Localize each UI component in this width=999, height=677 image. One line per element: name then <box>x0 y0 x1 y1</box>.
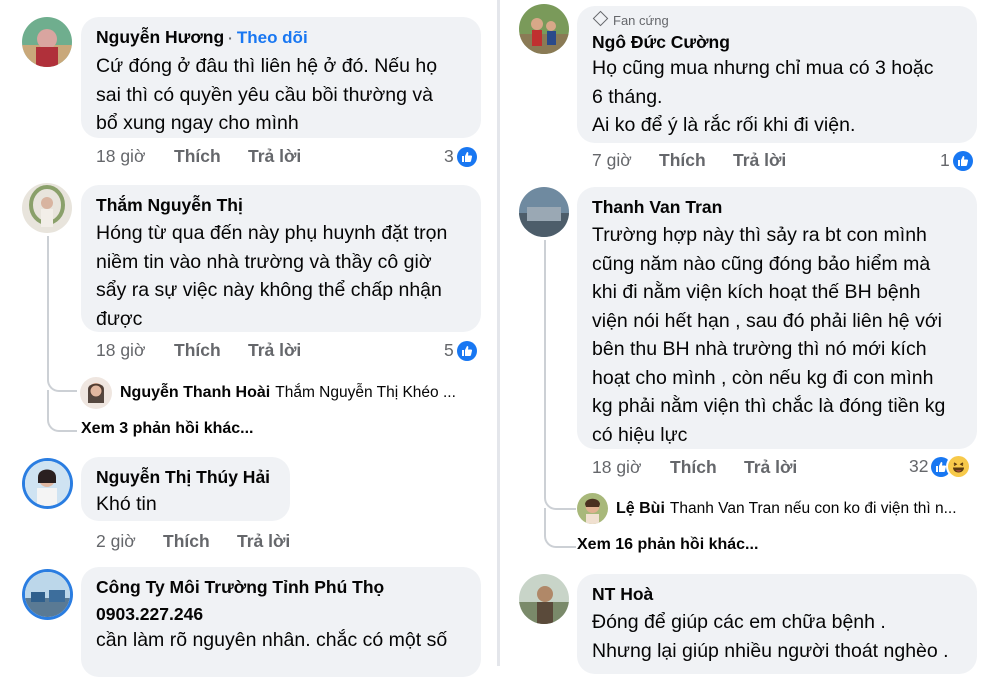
reaction-number: 1 <box>940 150 950 170</box>
thread-connector <box>47 360 77 392</box>
reply-button[interactable]: Trả lời <box>248 146 301 167</box>
comment-time[interactable]: 2 giờ <box>96 531 163 552</box>
avatar[interactable] <box>577 493 608 524</box>
commenter-name[interactable]: Ngô Đức Cường <box>592 30 963 54</box>
comment-text: sai thì có quyền yêu cầu bồi thường và <box>96 83 433 106</box>
comment-actions: 18 giờ Thích Trả lời <box>96 146 301 167</box>
reaction-number: 5 <box>444 340 454 360</box>
right-comment-column: Fan cứng Ngô Đức Cường Họ cũng mua nhưng… <box>500 0 999 674</box>
comment-text: có hiệu lực <box>592 423 688 446</box>
comment-text: Đóng để giúp các em chữa bệnh . <box>592 611 886 633</box>
avatar[interactable] <box>25 461 70 506</box>
diamond-icon <box>592 10 609 27</box>
comment-bubble: Thắm Nguyễn Thị Hóng từ qua đến này phụ … <box>81 185 481 332</box>
comment-text: niềm tin vào nhà trường và thầy cô giờ <box>96 250 432 273</box>
comment-text: được <box>96 307 143 330</box>
separator-dot: · <box>228 30 233 46</box>
reply-preview[interactable]: Lệ Bùi Thanh Van Tran nếu con ko đi viện… <box>577 493 957 524</box>
comment-time[interactable]: 18 giờ <box>96 340 174 361</box>
commenter-name[interactable]: Công Ty Môi Trường Tỉnh Phú Thọ <box>96 575 467 599</box>
comment-text: bên thu BH nhà trường thì nó mới kích <box>592 338 927 360</box>
avatar[interactable] <box>22 183 72 233</box>
comment-bubble: Công Ty Môi Trường Tỉnh Phú Thọ 0903.227… <box>81 567 481 677</box>
reaction-count[interactable]: 3 <box>444 146 477 167</box>
like-reaction-icon <box>456 146 477 167</box>
like-reaction-icon <box>952 150 973 171</box>
reply-button[interactable]: Trả lời <box>744 457 797 478</box>
comment-time[interactable]: 18 giờ <box>592 457 670 478</box>
comment-text: cũng năm nào cũng đóng bảo hiểm mà <box>592 252 931 275</box>
comment-actions: 18 giờ Thích Trả lời <box>96 340 301 361</box>
like-button[interactable]: Thích <box>163 531 237 552</box>
avatar[interactable] <box>25 572 70 617</box>
thread-connector <box>47 390 77 432</box>
commenter-name[interactable]: Thanh Van Tran <box>592 195 963 219</box>
commenter-name[interactable]: Nguyễn Thị Thúy Hải <box>96 465 276 489</box>
thread-connector <box>544 508 576 548</box>
thread-line <box>47 236 49 376</box>
like-button[interactable]: Thích <box>174 340 248 361</box>
comment-text: Trường hợp này thì sảy ra bt con mình <box>592 224 927 246</box>
thread-line <box>544 240 546 490</box>
phone-number: 0903.227.246 <box>96 604 204 624</box>
comment-text: Cứ đóng ở đâu thì liên hệ ở đó. Nếu họ <box>96 55 438 77</box>
like-button[interactable]: Thích <box>670 457 744 478</box>
like-button[interactable]: Thích <box>659 150 733 171</box>
commenter-name[interactable]: Thắm Nguyễn Thị <box>96 193 467 217</box>
reaction-count[interactable]: 1 <box>940 150 973 171</box>
commenter-name[interactable]: NT Hoà <box>592 582 963 606</box>
reply-button[interactable]: Trả lời <box>248 340 301 361</box>
comment-actions: 7 giờ Thích Trả lời <box>592 150 786 171</box>
comment-bubble: Fan cứng Ngô Đức Cường Họ cũng mua nhưng… <box>577 6 977 143</box>
like-button[interactable]: Thích <box>174 146 248 167</box>
reply-button[interactable]: Trả lời <box>733 150 786 171</box>
comment-text: khi đi nằm viện kích hoạt thế BH bệnh <box>592 281 921 303</box>
comment-text: Ai ko để ý là rắc rối khi đi viện. <box>592 114 856 136</box>
haha-reaction-icon <box>948 456 970 477</box>
reply-text: Thanh Van Tran nếu con ko đi viện thì n.… <box>669 499 957 517</box>
avatar[interactable] <box>519 4 569 54</box>
comment-text: viện nói hết hạn , sau đó phải liên hệ v… <box>592 309 942 332</box>
comment-bubble: Thanh Van Tran Trường hợp này thì sảy ra… <box>577 187 977 449</box>
comment-text: Họ cũng mua nhưng chỉ mua có 3 hoặc <box>592 57 934 79</box>
comment-text: Nhưng lại giúp nhiều người thoát nghèo . <box>592 639 949 662</box>
follow-button[interactable]: Theo dõi <box>237 28 308 47</box>
left-comment-column: Nguyễn Hương · Theo dõi Cứ đóng ở đâu thì … <box>0 0 497 677</box>
comment-text: cần làm rõ nguyên nhân. chắc có một số <box>96 629 448 651</box>
like-reaction-icon <box>456 340 477 361</box>
reply-button[interactable]: Trả lời <box>237 531 290 552</box>
reaction-count[interactable]: 5 <box>444 340 477 361</box>
comment-time[interactable]: 7 giờ <box>592 150 659 171</box>
avatar[interactable] <box>80 377 112 409</box>
reply-author[interactable]: Lệ Bùi <box>616 500 665 518</box>
commenter-name[interactable]: Nguyễn Hương <box>96 27 224 47</box>
comment-text: Hóng từ qua đến này phụ huynh đặt trọn <box>96 222 448 244</box>
comment-text: bổ xung ngay cho mình <box>96 112 299 134</box>
avatar[interactable] <box>519 574 569 624</box>
comment-text: sẩy ra sự việc này không thể chấp nhận <box>96 279 442 301</box>
avatar[interactable] <box>22 17 72 67</box>
reply-text: Thắm Nguyễn Thị Khéo ... <box>275 384 456 401</box>
reply-preview[interactable]: Nguyễn Thanh Hoài Thắm Nguyễn Thị Khéo .… <box>80 377 456 409</box>
comment-text: 6 tháng. <box>592 85 663 108</box>
reply-author[interactable]: Nguyễn Thanh Hoài <box>120 384 270 402</box>
top-fan-badge: Fan cứng <box>613 13 669 28</box>
thread-connector <box>544 480 576 510</box>
view-more-replies[interactable]: Xem 16 phản hồi khác... <box>577 536 758 554</box>
view-more-replies[interactable]: Xem 3 phản hồi khác... <box>81 420 254 438</box>
avatar[interactable] <box>519 187 569 237</box>
comment-text: hoạt cho mình , còn nếu kg đi con mình <box>592 366 934 389</box>
comment-actions: 18 giờ Thích Trả lời <box>592 457 797 478</box>
comment-time[interactable]: 18 giờ <box>96 146 174 167</box>
comment-actions: 2 giờ Thích Trả lời <box>96 531 290 552</box>
comment-bubble: NT Hoà Đóng để giúp các em chữa bệnh . N… <box>577 574 977 674</box>
reaction-count[interactable]: 32 <box>909 456 970 477</box>
comment-bubble: Nguyễn Hương · Theo dõi Cứ đóng ở đâu thì … <box>81 17 481 138</box>
comment-text: kg phải nằm viện thì chắc là đóng tiền k… <box>592 395 946 417</box>
comment-bubble: Nguyễn Thị Thúy Hải Khó tin <box>81 457 290 521</box>
reaction-number: 3 <box>444 146 454 166</box>
comment-text: Khó tin <box>96 493 157 515</box>
reaction-number: 32 <box>909 456 929 476</box>
